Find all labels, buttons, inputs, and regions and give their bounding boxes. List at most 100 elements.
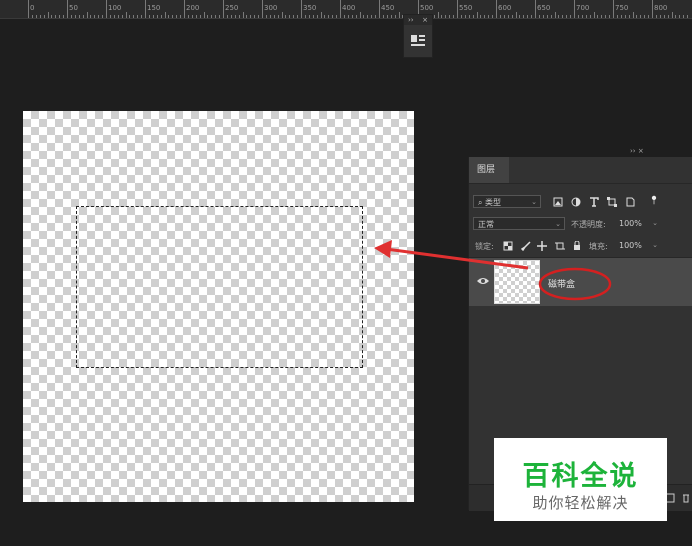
collapse-icon[interactable]: ››: [408, 15, 414, 25]
layer-row[interactable]: 磁带盒: [469, 258, 692, 306]
ruler-tick: [519, 15, 521, 18]
chevron-down-icon: ⌄: [555, 220, 561, 228]
ruler-label: 50: [69, 4, 78, 12]
ruler-tick: [172, 15, 174, 18]
ruler-label: 450: [381, 4, 395, 12]
layer-name[interactable]: 磁带盒: [548, 277, 575, 290]
ruler-tick: [546, 15, 548, 18]
panel-collapse-controls[interactable]: ›› ×: [630, 147, 644, 155]
lock-all-icon[interactable]: [572, 241, 582, 251]
ruler-tick: [484, 15, 486, 18]
ruler-tick: [304, 15, 306, 18]
ruler-tick: [464, 15, 466, 18]
smart-object-filter-icon[interactable]: [625, 197, 635, 207]
ruler-label: 600: [498, 4, 512, 12]
ruler-tick: [601, 15, 603, 18]
filter-toggle-icon[interactable]: [649, 195, 659, 205]
ruler-tick: [242, 12, 244, 18]
ruler-tick: [285, 15, 287, 18]
ruler-tick: [156, 15, 158, 18]
delete-layer-icon[interactable]: [681, 493, 691, 503]
ruler-tick: [203, 12, 205, 18]
properties-icon[interactable]: [410, 33, 426, 47]
fill-field[interactable]: 100% ⌄: [615, 239, 661, 252]
properties-mini-panel[interactable]: ›› ×: [403, 14, 433, 58]
watermark-logo: 百科全说 助你轻松解决: [494, 438, 667, 521]
ruler-tick: [613, 0, 614, 18]
ruler-tick: [250, 15, 252, 18]
filter-type-value: 类型: [485, 198, 502, 207]
close-icon[interactable]: ×: [422, 15, 428, 25]
ruler-tick: [538, 15, 540, 18]
ruler-tick: [301, 0, 302, 18]
ruler-tick: [316, 15, 318, 18]
ruler-tick: [106, 0, 107, 18]
ruler-label: 400: [342, 4, 356, 12]
type-layer-filter-icon[interactable]: [589, 197, 599, 207]
ruler-tick: [449, 15, 451, 18]
horizontal-ruler[interactable]: 0 50 100 150 200 250 300 350 400 450 500 550 600 650 7…: [0, 0, 692, 19]
ruler-tick: [273, 15, 275, 18]
ruler-tick: [655, 15, 657, 18]
ruler-tick: [589, 15, 591, 18]
ruler-tick: [468, 15, 470, 18]
ruler-tick: [219, 15, 221, 18]
ruler-tick: [43, 15, 45, 18]
ruler-label: 700: [576, 4, 590, 12]
ruler-tick: [480, 15, 482, 18]
eye-icon[interactable]: [477, 276, 489, 286]
ruler-tick: [145, 0, 146, 18]
filter-type-dropdown[interactable]: ⌕ 类型 ⌄: [473, 195, 541, 208]
chevron-down-icon: ⌄: [652, 219, 658, 227]
ruler-tick: [324, 15, 326, 18]
ruler-label: 650: [537, 4, 551, 12]
filter-row: ⌕ 类型 ⌄: [469, 195, 692, 209]
ruler-tick: [340, 0, 341, 18]
opacity-label: 不透明度:: [571, 220, 606, 229]
ruler-tick: [460, 15, 462, 18]
ruler-tick: [386, 15, 388, 18]
ruler-tick: [511, 15, 513, 18]
tab-layers[interactable]: 图层: [469, 157, 509, 183]
ruler-tick: [191, 15, 193, 18]
adjustment-layer-filter-icon[interactable]: [571, 197, 581, 207]
search-icon: ⌕: [478, 198, 483, 207]
ruler-tick: [70, 15, 72, 18]
ruler-tick: [47, 12, 49, 18]
lock-image-brush-icon[interactable]: [521, 241, 531, 251]
ruler-tick: [82, 15, 84, 18]
ruler-tick: [375, 15, 377, 18]
ruler-label: 100: [108, 4, 122, 12]
lock-transparent-icon[interactable]: [503, 241, 513, 251]
ruler-label: 0: [30, 4, 35, 12]
ruler-tick: [492, 15, 494, 18]
layer-thumbnail[interactable]: [494, 260, 540, 304]
blend-mode-dropdown[interactable]: 正常 ⌄: [473, 217, 565, 230]
ruler-tick: [390, 15, 392, 18]
ruler-tick: [609, 15, 611, 18]
blend-row: 正常 ⌄ 不透明度: 100% ⌄: [469, 217, 692, 231]
ruler-tick: [640, 15, 642, 18]
ruler-tick: [624, 15, 626, 18]
pixel-layer-filter-icon[interactable]: [553, 197, 563, 207]
ruler-tick: [176, 15, 178, 18]
ruler-tick: [211, 15, 213, 18]
ruler-tick: [269, 15, 271, 18]
lock-artboard-icon[interactable]: [555, 241, 565, 251]
lock-row: 锁定: 填充: 100% ⌄: [469, 239, 692, 253]
shape-layer-filter-icon[interactable]: [607, 197, 617, 207]
ruler-tick: [86, 12, 88, 18]
ruler-tick: [457, 0, 458, 18]
ruler-tick: [320, 12, 322, 18]
ruler-tick: [289, 15, 291, 18]
ruler-tick: [562, 15, 564, 18]
ruler-tick: [371, 15, 373, 18]
opacity-field[interactable]: 100% ⌄: [615, 217, 661, 230]
ruler-tick: [31, 15, 33, 18]
ruler-tick: [98, 15, 100, 18]
ruler-tick: [63, 15, 65, 18]
lock-position-icon[interactable]: [537, 241, 547, 251]
ruler-tick: [445, 15, 447, 18]
ruler-tick: [234, 15, 236, 18]
ruler-tick: [195, 15, 197, 18]
